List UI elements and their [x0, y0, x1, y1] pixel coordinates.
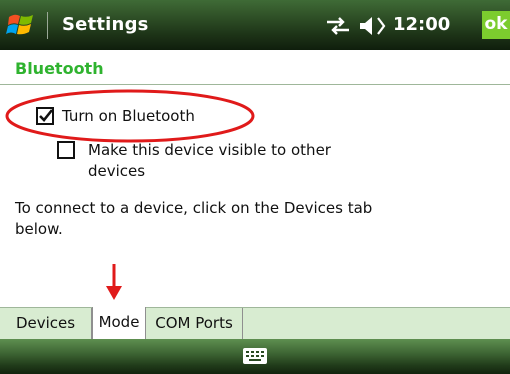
checkmark-icon: [39, 109, 54, 122]
connectivity-icon[interactable]: [325, 16, 351, 36]
windows-start-icon[interactable]: [6, 9, 38, 41]
annotation-arrow-icon: [106, 264, 122, 300]
bluetooth-checkbox-label[interactable]: Turn on Bluetooth: [62, 107, 195, 125]
page-title: Bluetooth: [15, 59, 104, 78]
app-title: Settings: [62, 14, 149, 35]
tab-strip: Devices Mode COM Ports: [0, 307, 510, 340]
tab-devices[interactable]: Devices: [0, 308, 92, 340]
volume-icon[interactable]: [358, 15, 388, 37]
clock[interactable]: 12:00: [393, 14, 450, 35]
visible-checkbox[interactable]: [57, 141, 75, 159]
menu-bar: [0, 339, 510, 374]
bluetooth-checkbox[interactable]: [36, 107, 54, 125]
ok-button[interactable]: ok: [482, 11, 510, 39]
keyboard-icon[interactable]: [242, 346, 268, 366]
help-text: To connect to a device, click on the Dev…: [15, 199, 373, 238]
visible-checkbox-label[interactable]: Make this device visible to other device…: [88, 140, 388, 182]
title-separator: [47, 12, 48, 39]
section-divider: [0, 84, 510, 85]
tab-com-ports[interactable]: COM Ports: [146, 308, 243, 340]
tab-mode[interactable]: Mode: [92, 307, 146, 340]
title-bar: Settings 12:00 ok: [0, 0, 510, 50]
